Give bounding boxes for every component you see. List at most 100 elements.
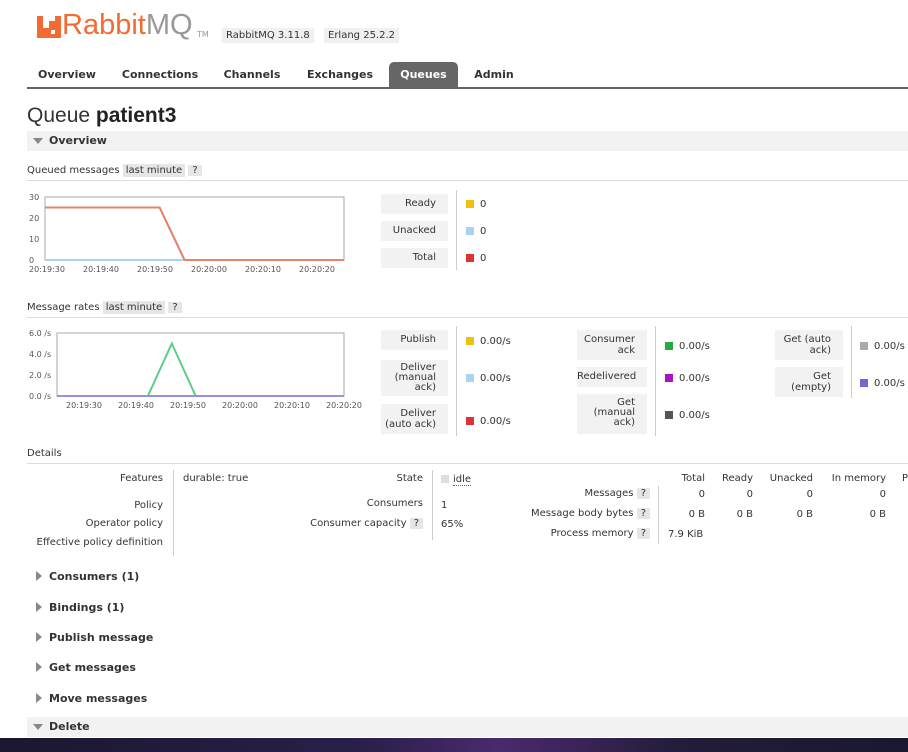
operator-policy-label: Operator policy [85,518,163,529]
tab-overview[interactable]: Overview [30,62,104,87]
durable-feature: durable: true [183,473,249,484]
bindings-section-toggle[interactable]: Bindings (1) [27,597,908,617]
help-button[interactable]: ? [636,488,650,499]
tab-channels[interactable]: Channels [216,62,288,87]
publish-message-section-toggle[interactable]: Publish message [27,627,908,647]
features-label: Features [120,473,163,484]
chevron-right-icon [36,602,42,612]
legend-redelivered-label: Redelivered [577,367,647,387]
col-total: Total [681,473,705,484]
version-badge: RabbitMQ 3.11.8 [222,28,314,43]
legend-deliver-manual-value: 0.00/s [466,373,511,384]
desktop-background [0,738,908,752]
col-ready: Ready [721,473,753,484]
help-button[interactable]: ? [409,518,423,529]
legend-total-value: 0 [466,253,486,264]
consumers-value: 1 [441,500,448,511]
queued-messages-chart: 30 20 10 020:19:30 20:19:40 20:19:50 20:20:00 2… [29,193,345,274]
range-selector[interactable]: last minute [102,301,166,314]
x-tick-label: 20:20:20 [326,401,362,410]
delete-section-toggle[interactable]: Delete [27,717,908,737]
divider [27,317,908,318]
legend-get-manual-label: Get (manual ack) [577,394,647,434]
x-tick-label: 20:19:40 [118,401,154,410]
help-button[interactable]: ? [188,165,202,176]
overview-section-toggle[interactable]: Overview [27,131,908,151]
col-persistent: P [902,473,908,484]
x-tick-label: 20:19:50 [170,401,206,410]
x-tick-label: 20:20:10 [245,265,281,274]
legend-get-empty-label: Get (empty) [775,367,843,397]
chevron-right-icon [36,571,42,581]
help-button[interactable]: ? [168,302,182,313]
messages-total: 0 [698,489,705,500]
get-messages-section-toggle[interactable]: Get messages [27,657,908,677]
x-tick-label: 20:20:20 [299,265,335,274]
tab-admin[interactable]: Admin [466,62,522,87]
legend-separator [456,326,457,436]
logo-trademark: TM [197,30,209,39]
legend-separator [655,326,656,436]
y-tick-label: 6.0 /s [29,329,51,338]
plot-area [56,332,345,397]
body-bytes-ready: 0 B [736,509,753,520]
legend-unacked-value: 0 [466,226,486,237]
y-tick-label: 4.0 /s [29,350,51,359]
messages-unacked: 0 [806,489,813,500]
help-button[interactable]: ? [636,508,650,519]
col-unacked: Unacked [769,473,813,484]
legend-get-auto-value: 0.00/s [860,341,905,352]
details-separator [658,486,659,544]
nav-underline [27,87,908,89]
divider [27,180,908,181]
legend-deliver-manual-label: Deliver (manual ack) [381,360,448,396]
tab-connections[interactable]: Connections [115,62,205,87]
y-tick-label: 0 [29,256,34,265]
body-bytes-unacked: 0 B [796,509,813,520]
process-memory-value: 7.9 KiB [668,529,704,540]
range-selector[interactable]: last minute [122,164,186,177]
chevron-right-icon [36,693,42,703]
message-rates-heading: Message rates last minute ? [27,301,182,314]
body-bytes-label: Message body bytes ? [500,508,650,519]
rabbitmq-logo-icon [37,16,61,38]
x-tick-label: 20:20:00 [222,401,258,410]
legend-publish-value: 0.00/s [466,336,511,347]
consumer-capacity-label: Consumer capacity ? [280,518,423,529]
move-messages-section-toggle[interactable]: Move messages [27,688,908,708]
chevron-right-icon [36,632,42,642]
chevron-down-icon [33,138,43,144]
body-bytes-in-memory: 0 B [869,509,886,520]
details-separator [432,470,433,540]
legend-separator [851,326,852,398]
legend-consumer-ack-label: Consumer ack [577,330,647,360]
legend-total-label: Total [381,248,448,268]
x-tick-label: 20:20:10 [274,401,310,410]
tab-queues[interactable]: Queues [389,62,458,87]
message-rates-chart: 6.0 /s 4.0 /s 2.0 /s 0.0 /s 20:19:30 20:19:40… [29,329,362,410]
legend-consumer-ack-value: 0.00/s [665,341,710,352]
process-memory-label: Process memory ? [500,528,650,539]
consumers-section-toggle[interactable]: Consumers (1) [27,566,908,586]
legend-redelivered-value: 0.00/s [665,373,710,384]
chevron-right-icon [36,662,42,672]
consumer-capacity-value: 65% [441,519,464,530]
details-heading: Details [27,448,62,459]
body-bytes-total: 0 B [688,509,705,520]
divider [27,463,908,464]
x-tick-label: 20:19:30 [66,401,102,410]
erlang-version-badge: Erlang 25.2.2 [324,28,400,43]
y-tick-label: 2.0 /s [29,371,51,380]
y-tick-label: 0.0 /s [29,392,51,401]
tab-exchanges[interactable]: Exchanges [299,62,381,87]
messages-in-memory: 0 [879,489,886,500]
x-tick-label: 20:20:00 [191,265,227,274]
plot-area [44,196,345,261]
legend-deliver-auto-label: Deliver (auto ack) [381,404,448,434]
legend-get-manual-value: 0.00/s [665,410,710,421]
queued-messages-heading: Queued messages last minute ? [27,164,202,177]
help-button[interactable]: ? [636,528,650,539]
legend-get-auto-label: Get (auto ack) [775,330,843,360]
legend-publish-label: Publish [381,330,448,350]
messages-ready: 0 [746,489,753,500]
